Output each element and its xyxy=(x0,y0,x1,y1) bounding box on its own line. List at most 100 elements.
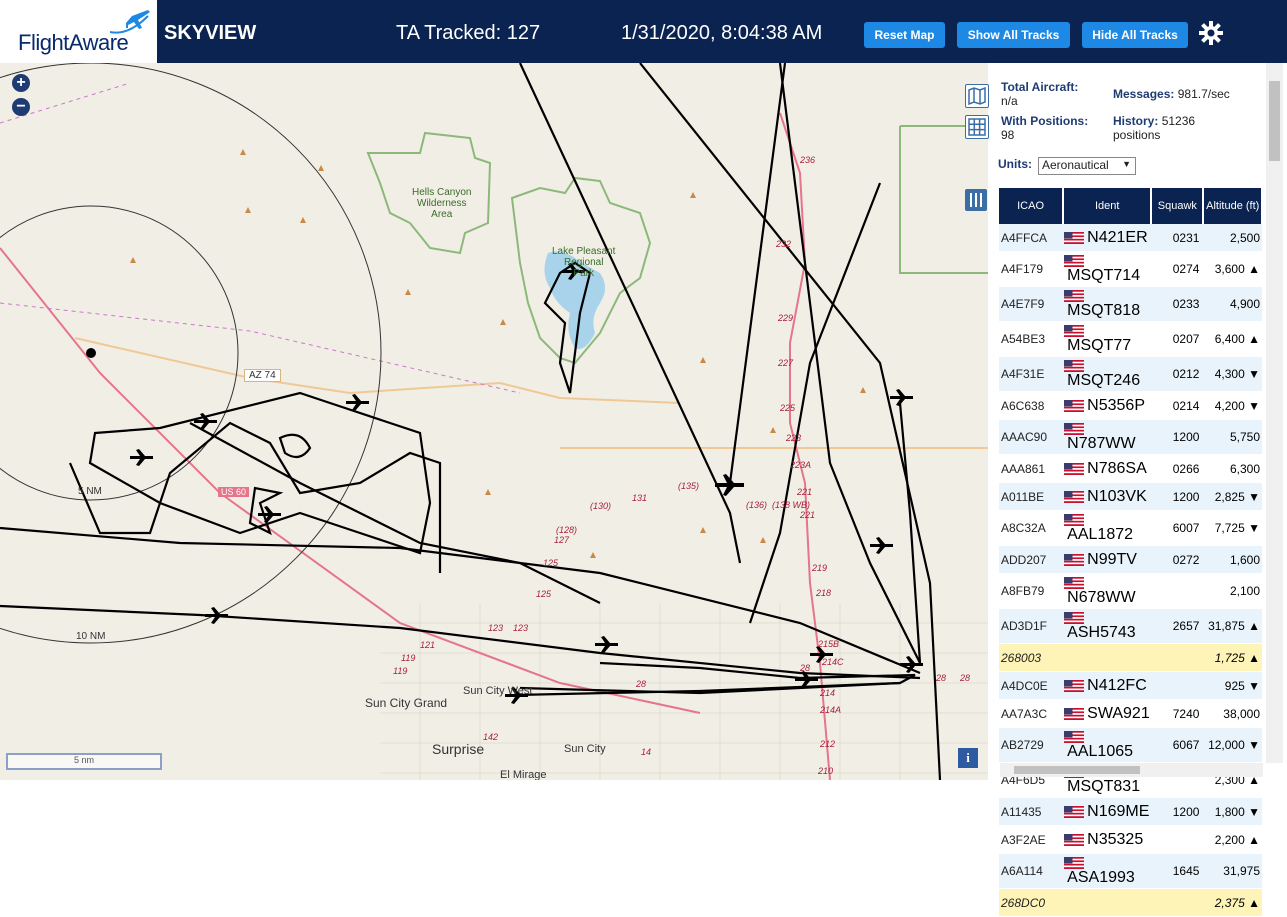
route-label: 131 xyxy=(632,493,648,503)
show-all-tracks-button[interactable]: Show All Tracks xyxy=(957,22,1070,48)
route-label: 125 xyxy=(536,589,552,599)
ident-cell: N103VK xyxy=(1063,482,1152,511)
table-row[interactable]: AB2729 AAL1065 6067 12,000 ▼ xyxy=(999,727,1262,763)
us-flag-icon xyxy=(1064,680,1085,693)
route-label: 125 xyxy=(543,558,559,568)
column-header-altitude[interactable]: Altitude (ft) xyxy=(1203,188,1263,224)
scroll-thumb[interactable] xyxy=(1014,766,1140,774)
sun-city-label: Sun City xyxy=(564,743,606,755)
ident-cell: ASA1993 xyxy=(1063,853,1152,889)
ident-text: N103VK xyxy=(1087,487,1147,505)
reset-map-button[interactable]: Reset Map xyxy=(864,22,945,48)
ident-cell: MSQT77 xyxy=(1063,321,1152,357)
table-row[interactable]: A011BE N103VK 1200 2,825 ▼ xyxy=(999,482,1262,511)
icao-cell: A11435 xyxy=(999,797,1064,826)
route-label: 119 xyxy=(401,653,416,663)
hide-all-tracks-button[interactable]: Hide All Tracks xyxy=(1082,22,1188,48)
squawk-cell: 0233 xyxy=(1151,286,1204,322)
column-header-ident[interactable]: Ident xyxy=(1063,188,1153,224)
wilderness-label: Hells Canyon Wilderness Area xyxy=(412,187,472,220)
route-label: 127 xyxy=(554,535,570,545)
table-header-row: ICAO Ident Squawk Altitude (ft) xyxy=(999,188,1263,224)
us-flag-icon xyxy=(1064,576,1085,589)
ident-text: N169ME xyxy=(1087,802,1150,820)
route-label: 214C xyxy=(822,657,844,667)
map-layers-icon[interactable] xyxy=(965,84,989,108)
table-row[interactable]: A4E7F9 MSQT818 0233 4,900 xyxy=(999,286,1262,322)
ident-text: AAL1065 xyxy=(1067,743,1134,760)
us-flag-icon xyxy=(1064,289,1085,302)
route-label: (138 WB) xyxy=(772,500,811,510)
app-title: SKYVIEW xyxy=(164,22,257,44)
squawk-cell: 1645 xyxy=(1151,853,1204,889)
us-flag-icon xyxy=(1064,554,1085,567)
table-row[interactable]: A4F179 MSQT714 0274 3,600 ▲ xyxy=(999,251,1262,287)
flightaware-logo[interactable]: FlightAware xyxy=(0,0,159,63)
info-button[interactable]: i xyxy=(958,748,978,768)
altitude-cell: 6,300 xyxy=(1203,454,1262,483)
ident-cell xyxy=(1063,888,1152,917)
route-label: 142 xyxy=(483,732,499,742)
table-row[interactable]: AAAC90 N787WW 1200 5,750 xyxy=(999,419,1262,455)
table-row[interactable]: A6C638 N5356P 0214 4,200 ▼ xyxy=(999,391,1262,420)
table-row[interactable]: AAA861 N786SA 0266 6,300 xyxy=(999,454,1262,483)
ident-text: N5356P xyxy=(1087,396,1145,414)
range-ring-5nm xyxy=(0,205,239,501)
scroll-thumb[interactable] xyxy=(1269,81,1280,161)
table-row[interactable]: 268003 1,725 ▲ xyxy=(999,643,1262,672)
messages-value: 981.7/sec xyxy=(1177,87,1230,101)
ident-cell: N169ME xyxy=(1063,797,1152,826)
us-flag-icon xyxy=(1064,856,1085,869)
el-mirage-label: El Mirage xyxy=(500,769,547,780)
table-row[interactable]: A8C32A AAL1872 6007 7,725 ▼ xyxy=(999,510,1262,546)
icao-cell: 268DC0 xyxy=(999,888,1064,917)
zoom-in-button[interactable]: + xyxy=(12,74,30,92)
gear-icon[interactable] xyxy=(1198,20,1224,46)
vertical-scrollbar[interactable] xyxy=(1266,63,1283,763)
route-label: 229 xyxy=(778,313,794,323)
grid-icon[interactable] xyxy=(965,115,989,139)
altitude-cell: 3,600 ▲ xyxy=(1203,251,1262,287)
table-row[interactable]: ADD207 N99TV 0272 1,600 xyxy=(999,545,1262,574)
horizontal-scrollbar[interactable] xyxy=(1000,763,1263,777)
table-row[interactable]: A4DC0E N412FC 925 ▼ xyxy=(999,671,1262,700)
ident-text: MSQT714 xyxy=(1067,267,1141,284)
table-row[interactable]: A4FFCA N421ER 0231 2,500 xyxy=(999,224,1262,252)
ident-cell: N35325 xyxy=(1063,825,1152,854)
chevron-down-icon: ▼ xyxy=(1122,159,1131,169)
ident-cell: AAL1065 xyxy=(1063,727,1152,763)
history-unit: positions xyxy=(1113,128,1161,142)
altitude-cell: 31,875 ▲ xyxy=(1203,608,1262,644)
ident-text: N678WW xyxy=(1067,589,1136,606)
icao-cell: AA7A3C xyxy=(999,699,1064,728)
units-select[interactable]: Aeronautical ▼ xyxy=(1038,157,1136,175)
table-row[interactable]: A4F31E MSQT246 0212 4,300 ▼ xyxy=(999,356,1262,392)
route-label: 223A xyxy=(790,460,812,470)
table-row[interactable]: A8FB79 N678WW 2,100 xyxy=(999,573,1262,609)
table-row[interactable]: AA7A3C SWA921 7240 38,000 xyxy=(999,699,1262,728)
column-header-squawk[interactable]: Squawk xyxy=(1151,188,1205,224)
icao-cell: A6A114 xyxy=(999,853,1064,889)
squawk-cell: 0274 xyxy=(1151,251,1204,287)
icao-cell: A6C638 xyxy=(999,391,1064,420)
altitude-cell: 38,000 xyxy=(1203,699,1262,728)
table-row[interactable]: AD3D1F ASH5743 2657 31,875 ▲ xyxy=(999,608,1262,644)
route-label: 28 xyxy=(960,673,971,683)
altitude-cell: 1,600 xyxy=(1203,545,1262,574)
table-row[interactable]: A3F2AE N35325 2,200 ▲ xyxy=(999,825,1262,854)
squawk-cell xyxy=(1151,888,1204,917)
history-value: 51236 xyxy=(1161,114,1196,128)
table-row[interactable]: A11435 N169ME 1200 1,800 ▼ xyxy=(999,797,1262,826)
table-row[interactable]: A6A114 ASA1993 1645 31,975 xyxy=(999,853,1262,889)
zoom-out-button[interactable]: − xyxy=(12,98,30,116)
columns-icon[interactable] xyxy=(965,189,987,211)
table-row[interactable]: 268DC0 2,375 ▲ xyxy=(999,888,1262,917)
icao-cell: A8C32A xyxy=(999,510,1064,546)
ident-text: N787WW xyxy=(1067,435,1136,452)
table-row[interactable]: A54BE3 MSQT77 0207 6,400 ▲ xyxy=(999,321,1262,357)
column-header-icao[interactable]: ICAO xyxy=(999,188,1065,224)
altitude-cell: 6,400 ▲ xyxy=(1203,321,1262,357)
history-label: History: xyxy=(1113,114,1159,128)
map-canvas[interactable]: + − Hells Canyon Wilderness Area Lake Pl… xyxy=(0,63,988,780)
ident-cell: MSQT246 xyxy=(1063,356,1152,392)
